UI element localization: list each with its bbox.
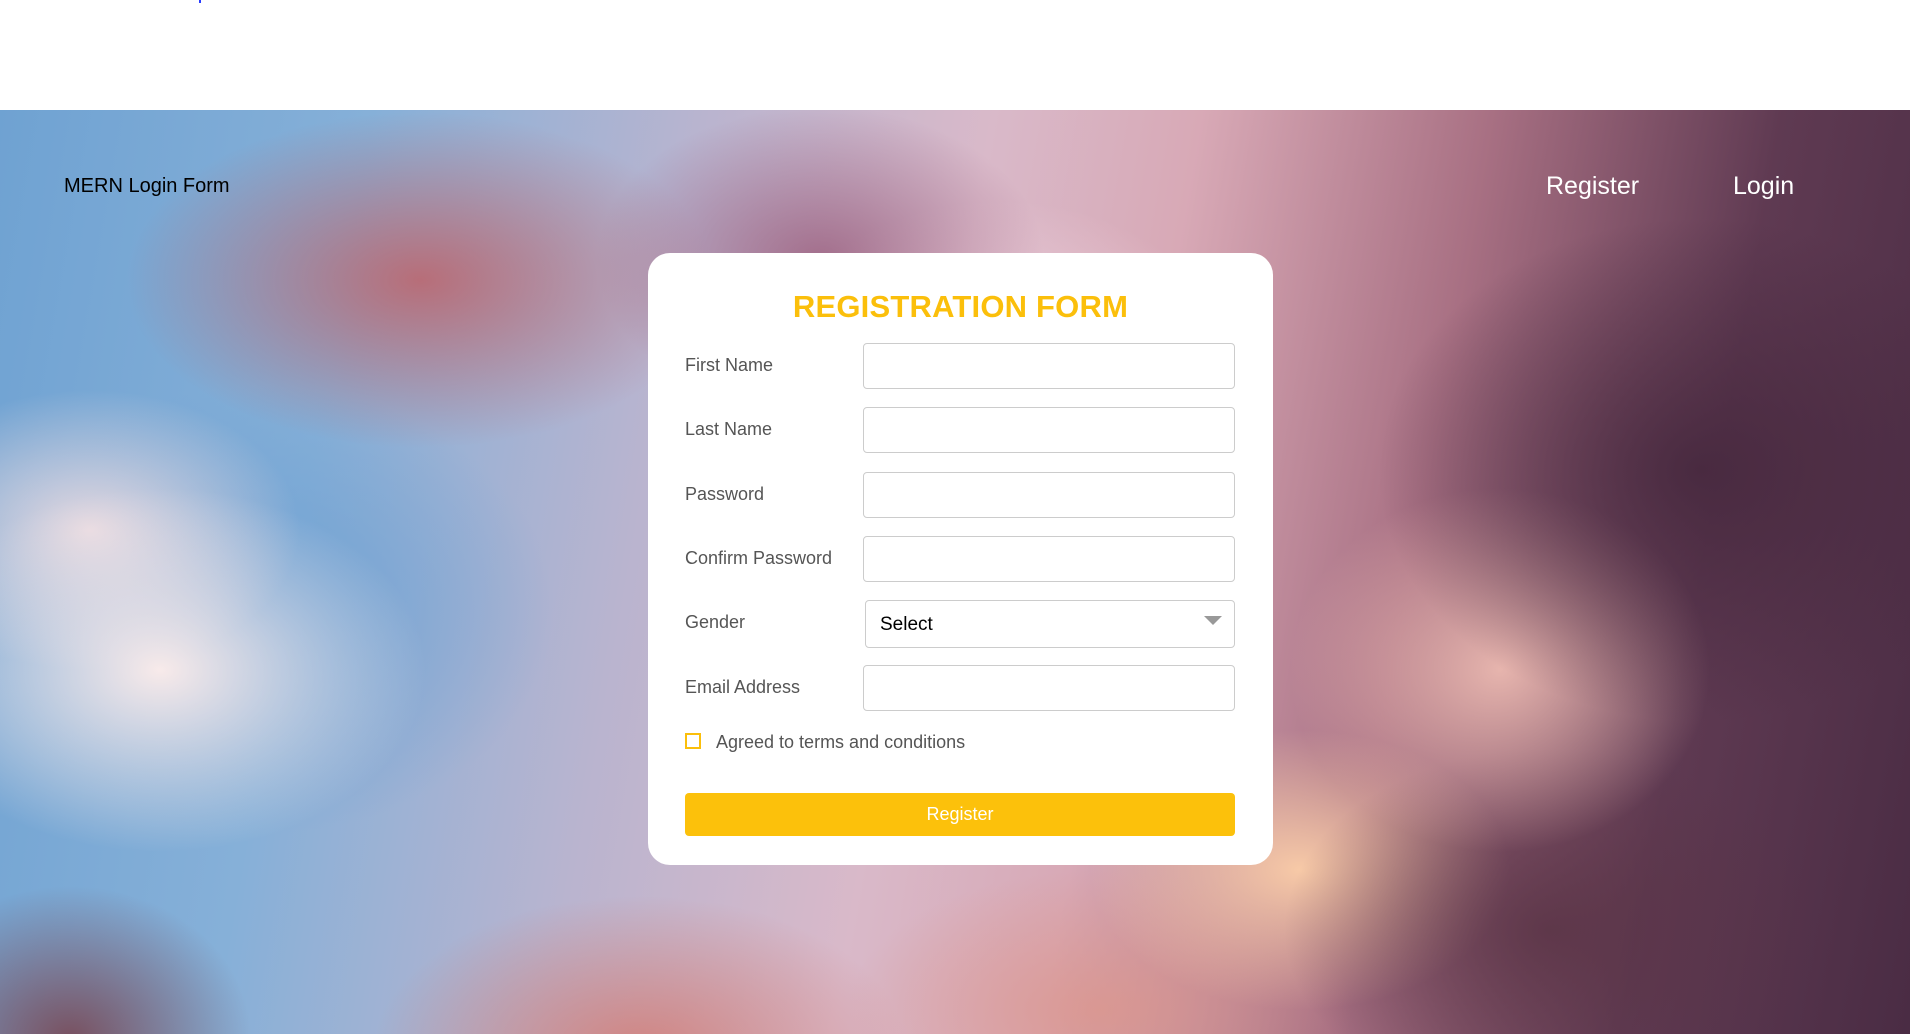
email-input[interactable] bbox=[863, 665, 1235, 711]
confirm-password-row: Confirm Password bbox=[685, 536, 1235, 582]
password-label: Password bbox=[685, 484, 765, 504]
terms-checkbox-row: Agreed to terms and conditions bbox=[685, 731, 1185, 755]
hero-background: MERN Login Form Register Login REGISTRAT… bbox=[0, 110, 1910, 1034]
first-name-label: First Name bbox=[685, 355, 774, 375]
gender-select-value: Select bbox=[880, 614, 933, 635]
chevron-down-icon bbox=[1204, 616, 1222, 625]
email-label: Email Address bbox=[685, 677, 801, 697]
register-button[interactable]: Register bbox=[685, 793, 1235, 836]
terms-checkbox[interactable] bbox=[685, 733, 701, 749]
top-strip bbox=[0, 0, 1910, 110]
password-input[interactable] bbox=[863, 472, 1235, 518]
first-name-row: First Name bbox=[685, 343, 1235, 389]
nav-login-link[interactable]: Login bbox=[1733, 172, 1794, 201]
last-name-row: Last Name bbox=[685, 407, 1235, 453]
gender-select[interactable]: Select bbox=[865, 600, 1235, 648]
top-artifact bbox=[199, 0, 201, 3]
terms-label: Agreed to terms and conditions bbox=[716, 732, 966, 752]
confirm-password-input[interactable] bbox=[863, 536, 1235, 582]
gender-label: Gender bbox=[685, 612, 746, 632]
terms-wrapper bbox=[685, 853, 1185, 877]
brand-title: MERN Login Form bbox=[64, 175, 230, 197]
form-title: REGISTRATION FORM bbox=[792, 289, 1129, 324]
registration-card: REGISTRATION FORM First Name Last Name P… bbox=[648, 253, 1273, 865]
email-row: Email Address bbox=[685, 665, 1235, 711]
navbar: MERN Login Form Register Login bbox=[0, 110, 1910, 240]
last-name-label: Last Name bbox=[685, 419, 773, 439]
password-row: Password bbox=[685, 472, 1235, 518]
first-name-input[interactable] bbox=[863, 343, 1235, 389]
last-name-input[interactable] bbox=[863, 407, 1235, 453]
gender-row: Gender Select bbox=[685, 600, 1235, 648]
confirm-password-label: Confirm Password bbox=[685, 548, 833, 568]
nav-register-link[interactable]: Register bbox=[1546, 172, 1639, 201]
